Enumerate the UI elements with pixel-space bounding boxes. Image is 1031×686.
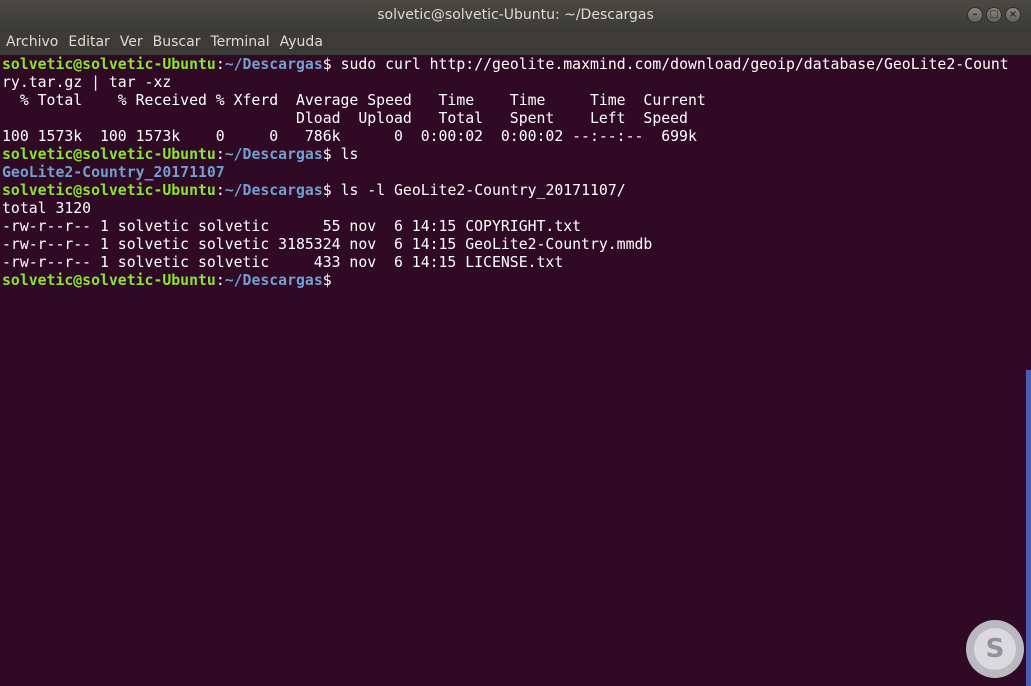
command-text: ls -l GeoLite2-Country_20171107/ xyxy=(331,182,626,199)
curl-header-line-1: % Total % Received % Xferd Average Speed… xyxy=(2,92,706,109)
prompt-dollar: $ xyxy=(322,56,332,73)
terminal-line-cmd2: solvetic@solvetic-Ubuntu:~/Descargas$ ls xyxy=(2,146,358,164)
prompt-user-host: solvetic@solvetic-Ubuntu xyxy=(2,182,216,199)
prompt-path: ~/Descargas xyxy=(224,182,323,199)
watermark-logo-icon: S xyxy=(966,620,1024,678)
menu-ver[interactable]: Ver xyxy=(115,30,148,55)
watermark-logo-inner: S xyxy=(974,628,1016,670)
prompt-dollar: $ xyxy=(322,182,332,199)
menu-bar: Archivo Editar Ver Buscar Terminal Ayuda xyxy=(0,30,1031,55)
prompt-path: ~/Descargas xyxy=(224,56,323,73)
menu-editar[interactable]: Editar xyxy=(63,30,114,55)
ls-output-directory: GeoLite2-Country_20171107 xyxy=(2,164,225,181)
watermark-letter: S xyxy=(985,634,1005,664)
command-text: ls xyxy=(331,146,359,163)
menu-terminal[interactable]: Terminal xyxy=(205,30,274,55)
curl-progress-line: 100 1573k 100 1573k 0 0 786k 0 0:00:02 0… xyxy=(2,128,697,145)
window-title: solvetic@solvetic-Ubuntu: ~/Descargas xyxy=(377,7,654,23)
prompt-colon: : xyxy=(215,146,225,163)
prompt-path: ~/Descargas xyxy=(224,272,323,289)
curl-header-line-2: Dload Upload Total Spent Left Speed xyxy=(2,110,688,127)
terminal-output[interactable]: solvetic@solvetic-Ubuntu:~/Descargas$ su… xyxy=(0,55,1026,686)
close-icon[interactable]: × xyxy=(1005,7,1021,23)
menu-archivo[interactable]: Archivo xyxy=(0,30,63,55)
command-text: sudo curl http://geolite.maxmind.com/dow… xyxy=(331,56,1009,73)
menu-ayuda[interactable]: Ayuda xyxy=(275,30,328,55)
prompt-colon: : xyxy=(215,272,225,289)
maximize-icon[interactable]: □ xyxy=(986,7,1002,23)
terminal-line-cmd3: solvetic@solvetic-Ubuntu:~/Descargas$ ls… xyxy=(2,182,626,200)
prompt-user-host: solvetic@solvetic-Ubuntu xyxy=(2,272,216,289)
file-row: -rw-r--r-- 1 solvetic solvetic 55 nov 6 … xyxy=(2,218,582,235)
terminal-line-cmd1-wrap: ry.tar.gz | tar -xz xyxy=(2,74,172,91)
ls-total-line: total 3120 xyxy=(2,200,92,217)
prompt-colon: : xyxy=(215,56,225,73)
menu-buscar[interactable]: Buscar xyxy=(148,30,206,55)
file-row: -rw-r--r-- 1 solvetic solvetic 433 nov 6… xyxy=(2,254,564,271)
file-row: -rw-r--r-- 1 solvetic solvetic 3185324 n… xyxy=(2,236,653,253)
title-bar[interactable]: solvetic@solvetic-Ubuntu: ~/Descargas – … xyxy=(0,0,1031,30)
prompt-colon: : xyxy=(215,182,225,199)
prompt-dollar: $ xyxy=(322,146,332,163)
terminal-window: solvetic@solvetic-Ubuntu: ~/Descargas – … xyxy=(0,0,1031,686)
prompt-user-host: solvetic@solvetic-Ubuntu xyxy=(2,56,216,73)
minimize-icon[interactable]: – xyxy=(967,7,983,23)
prompt-dollar: $ xyxy=(322,272,332,289)
scrollbar[interactable] xyxy=(1026,370,1031,686)
prompt-user-host: solvetic@solvetic-Ubuntu xyxy=(2,146,216,163)
terminal-line-cmd1: solvetic@solvetic-Ubuntu:~/Descargas$ su… xyxy=(2,56,1009,74)
prompt-path: ~/Descargas xyxy=(224,146,323,163)
terminal-line-prompt: solvetic@solvetic-Ubuntu:~/Descargas$ xyxy=(2,272,332,290)
